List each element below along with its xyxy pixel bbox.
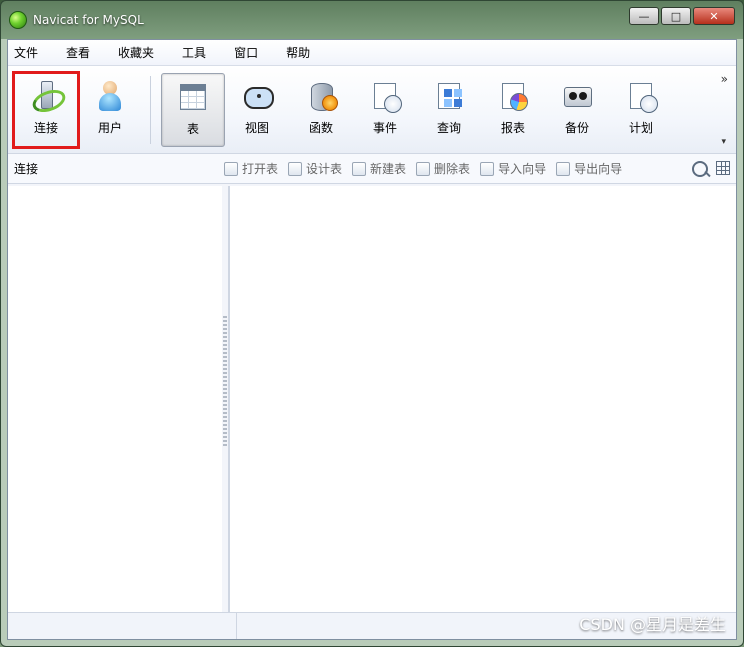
new-table-icon (352, 161, 367, 176)
toolbar-connect-button[interactable]: 连接 (12, 70, 80, 149)
menu-bar: 文件 查看 收藏夹 工具 窗口 帮助 (8, 40, 736, 66)
toolbar-view-label: 视图 (244, 120, 269, 135)
report-icon (496, 79, 530, 113)
search-icon[interactable] (692, 161, 708, 177)
toolbar-event-label: 事件 (372, 120, 397, 135)
toolbar-table-button[interactable]: 表 (161, 72, 225, 147)
object-toolbar: 连接 打开表 设计表 新建表 删除表 导入向导 导出向导 (8, 154, 736, 184)
view-icon (240, 79, 274, 113)
title-bar[interactable]: Navicat for MySQL — □ ✕ (1, 1, 743, 39)
open-table-label: 打开表 (242, 162, 279, 176)
toolbar-report-button[interactable]: 报表 (481, 73, 545, 147)
new-table-label: 新建表 (370, 162, 407, 176)
window-controls: — □ ✕ (629, 7, 735, 25)
navicat-app-icon (9, 11, 27, 29)
connect-icon (29, 79, 69, 116)
user-icon (93, 79, 127, 113)
menu-tools[interactable]: 工具 (182, 44, 206, 61)
export-wizard-action[interactable]: 导出向导 (556, 160, 622, 177)
toolbar-function-button[interactable]: 函数 (289, 73, 353, 147)
toolbar-overflow-dropdown-icon[interactable]: ▾ (721, 137, 726, 147)
event-icon (368, 79, 402, 113)
minimize-button[interactable]: — (629, 7, 659, 25)
toolbar-schedule-label: 计划 (628, 120, 653, 135)
close-icon: ✕ (709, 9, 719, 23)
menu-view[interactable]: 查看 (66, 44, 90, 61)
open-table-icon (224, 161, 238, 176)
navicat-window: Navicat for MySQL — □ ✕ 文件 查看 收藏夹 工具 窗口 … (0, 0, 744, 647)
window-title: Navicat for MySQL (33, 13, 144, 27)
connections-tree-pane[interactable] (8, 186, 223, 613)
table-actions: 打开表 设计表 新建表 删除表 导入向导 导出向导 (224, 160, 622, 177)
query-icon (432, 79, 466, 113)
menu-help[interactable]: 帮助 (286, 44, 310, 61)
design-table-action[interactable]: 设计表 (288, 160, 342, 177)
new-table-action[interactable]: 新建表 (352, 160, 406, 177)
client-area: 文件 查看 收藏夹 工具 窗口 帮助 连接 用户 表 视图 函数 事件 查询 报… (7, 39, 737, 640)
import-wizard-action[interactable]: 导入向导 (480, 160, 546, 177)
toolbar-separator (150, 75, 151, 144)
toolbar-query-label: 查询 (436, 120, 461, 135)
main-content (8, 186, 736, 613)
maximize-button[interactable]: □ (661, 7, 691, 25)
toolbar-query-button[interactable]: 查询 (417, 73, 481, 147)
delete-table-label: 删除表 (434, 162, 471, 176)
menu-window[interactable]: 窗口 (234, 44, 258, 61)
menu-favorites[interactable]: 收藏夹 (118, 44, 154, 61)
toolbar-view-button[interactable]: 视图 (225, 73, 289, 147)
toolbar-schedule-button[interactable]: 计划 (609, 73, 673, 147)
objects-pane[interactable] (229, 186, 736, 613)
export-wizard-icon (556, 161, 571, 176)
table-icon (176, 80, 210, 114)
toolbar-function-label: 函数 (308, 120, 333, 135)
toolbar-user-button[interactable]: 用户 (78, 73, 142, 147)
function-icon (304, 79, 338, 113)
toolbar-overflow-icon[interactable]: » (721, 72, 728, 86)
toolbar-backup-label: 备份 (564, 120, 589, 135)
schedule-icon (624, 79, 658, 113)
watermark-text: CSDN @星月是差生 (579, 615, 726, 634)
delete-table-action[interactable]: 删除表 (416, 160, 470, 177)
import-wizard-label: 导入向导 (498, 162, 547, 176)
delete-table-icon (416, 161, 431, 176)
grid-view-icon[interactable] (716, 161, 730, 175)
backup-icon (560, 79, 594, 113)
toolbar-report-label: 报表 (500, 120, 525, 135)
pane-splitter[interactable] (222, 186, 229, 613)
menu-file[interactable]: 文件 (14, 44, 38, 61)
design-table-icon (288, 161, 303, 176)
main-toolbar: 连接 用户 表 视图 函数 事件 查询 报表 备份 计划 » ▾ (8, 66, 736, 154)
design-table-label: 设计表 (306, 162, 343, 176)
object-view-tools (692, 161, 730, 177)
open-table-action[interactable]: 打开表 (224, 160, 278, 177)
toolbar-table-label: 表 (186, 121, 199, 136)
maximize-icon: □ (670, 9, 682, 23)
status-bar: CSDN @星月是差生 (8, 612, 736, 639)
toolbar-user-label: 用户 (97, 120, 122, 135)
close-button[interactable]: ✕ (693, 7, 735, 25)
toolbar-connect-label: 连接 (33, 120, 58, 135)
status-bar-segment (8, 613, 237, 639)
toolbar-backup-button[interactable]: 备份 (545, 73, 609, 147)
toolbar-event-button[interactable]: 事件 (353, 73, 417, 147)
connections-pane-title: 连接 (14, 162, 39, 176)
minimize-icon: — (638, 9, 650, 23)
splitter-grip[interactable] (223, 316, 227, 446)
export-wizard-label: 导出向导 (574, 162, 623, 176)
import-wizard-icon (480, 161, 495, 176)
